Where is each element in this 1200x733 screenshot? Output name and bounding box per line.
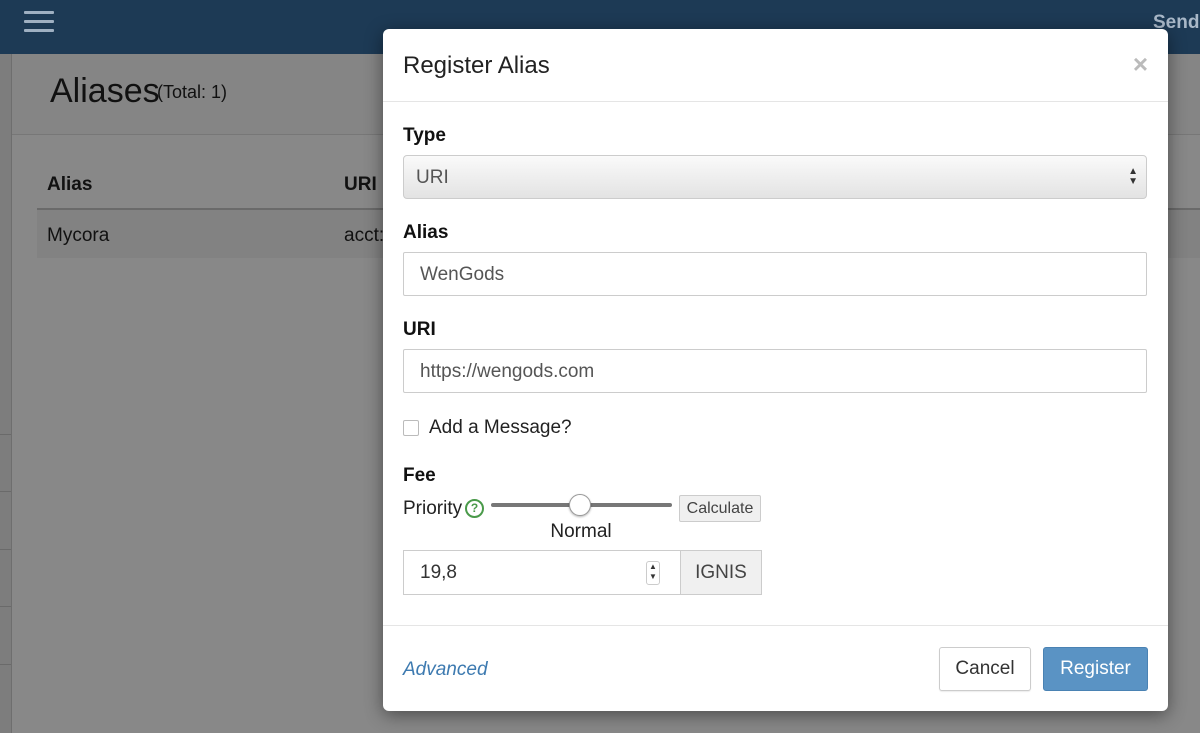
add-message-checkbox[interactable] bbox=[403, 420, 419, 436]
select-arrows-icon: ▲ ▼ bbox=[1128, 166, 1138, 187]
priority-value-label: Normal bbox=[550, 521, 612, 542]
table-cell-uri: acct: bbox=[344, 225, 385, 246]
number-spinner-icon[interactable]: ▲ ▼ bbox=[646, 561, 660, 585]
modal-header: Register Alias × bbox=[383, 29, 1168, 102]
type-label: Type bbox=[403, 125, 446, 146]
close-icon[interactable]: × bbox=[1133, 49, 1148, 80]
type-select[interactable]: URI ▲ ▼ bbox=[403, 155, 1147, 199]
register-button[interactable]: Register bbox=[1043, 647, 1148, 691]
modal-title: Register Alias bbox=[403, 52, 550, 79]
calculate-button[interactable]: Calculate bbox=[679, 495, 761, 522]
column-header-uri[interactable]: URI bbox=[344, 174, 377, 196]
modal-footer: Advanced Cancel Register bbox=[383, 625, 1168, 712]
uri-input[interactable]: https://wengods.com bbox=[403, 349, 1147, 393]
advanced-link[interactable]: Advanced bbox=[403, 659, 488, 681]
type-select-value: URI bbox=[416, 167, 449, 188]
uri-label: URI bbox=[403, 319, 436, 340]
cancel-button[interactable]: Cancel bbox=[939, 647, 1031, 691]
hamburger-icon[interactable] bbox=[24, 11, 54, 33]
page-total-count: (Total: 1) bbox=[157, 82, 228, 102]
priority-slider-handle[interactable] bbox=[569, 494, 591, 516]
register-alias-modal: Register Alias × Type URI ▲ ▼ Alias WenGo… bbox=[383, 29, 1168, 711]
column-header-alias[interactable]: Alias bbox=[47, 174, 92, 196]
fee-label: Fee bbox=[403, 465, 436, 486]
fee-unit-addon: IGNIS bbox=[680, 550, 762, 595]
add-message-label[interactable]: Add a Message? bbox=[429, 417, 572, 439]
table-cell-alias: Mycora bbox=[47, 225, 110, 246]
question-circle-icon[interactable]: ? bbox=[465, 499, 484, 518]
alias-input[interactable]: WenGods bbox=[403, 252, 1147, 296]
page-title: Aliases bbox=[50, 72, 160, 110]
fee-amount-input[interactable]: 19,8 bbox=[403, 550, 681, 595]
alias-label: Alias bbox=[403, 222, 449, 243]
priority-label: Priority bbox=[403, 498, 463, 519]
sidebar bbox=[0, 54, 12, 733]
